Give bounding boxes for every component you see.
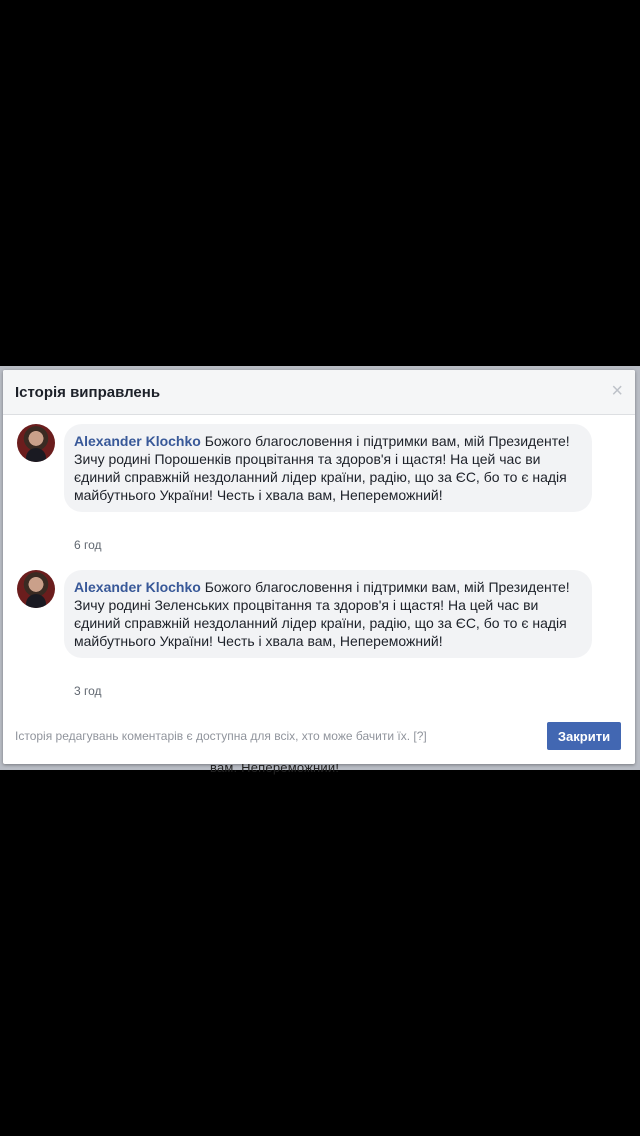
- avatar[interactable]: [17, 570, 55, 608]
- footer-info-text: Історія редагувань коментарів є доступна…: [15, 729, 411, 743]
- comment-author-link[interactable]: Alexander Klochko: [74, 433, 201, 449]
- close-icon[interactable]: ×: [611, 381, 623, 401]
- comment-timestamp[interactable]: 3 год: [74, 684, 102, 698]
- avatar[interactable]: [17, 424, 55, 462]
- comment-author-link[interactable]: Alexander Klochko: [74, 579, 201, 595]
- dialog-footer: Історія редагувань коментарів є доступна…: [3, 714, 635, 764]
- dialog-title: Історія виправлень: [15, 384, 161, 401]
- footer-info: Історія редагувань коментарів є доступна…: [15, 729, 427, 743]
- close-button[interactable]: Закрити: [547, 722, 621, 750]
- help-link[interactable]: [?]: [413, 729, 426, 743]
- edit-history-dialog: Історія виправлень × Alexander Klochko Б…: [3, 370, 635, 764]
- comment-timestamp[interactable]: 6 год: [74, 538, 102, 552]
- comment-bubble: Alexander Klochko Божого благословення і…: [64, 424, 592, 512]
- dialog-header: Історія виправлень ×: [3, 370, 635, 415]
- comment-bubble: Alexander Klochko Божого благословення і…: [64, 570, 592, 658]
